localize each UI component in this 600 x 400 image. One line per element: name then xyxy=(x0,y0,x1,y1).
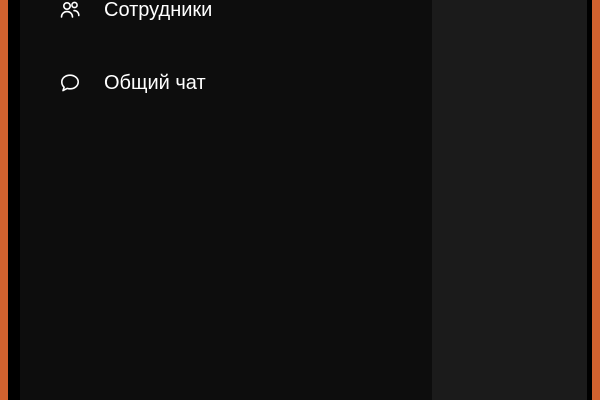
sidebar-item-employees[interactable]: Сотрудники xyxy=(38,0,398,28)
window-edge xyxy=(587,0,592,400)
window-frame: Сотрудники Общий чат xyxy=(0,0,600,400)
sidebar-item-label: Общий чат xyxy=(104,71,206,94)
sidebar-item-general-chat[interactable]: Общий чат xyxy=(38,65,398,101)
sidebar-item-label: Сотрудники xyxy=(104,0,213,21)
chat-bubble-icon xyxy=(58,71,82,95)
main-panel xyxy=(432,0,587,400)
sidebar xyxy=(20,0,432,400)
users-icon xyxy=(58,0,82,22)
